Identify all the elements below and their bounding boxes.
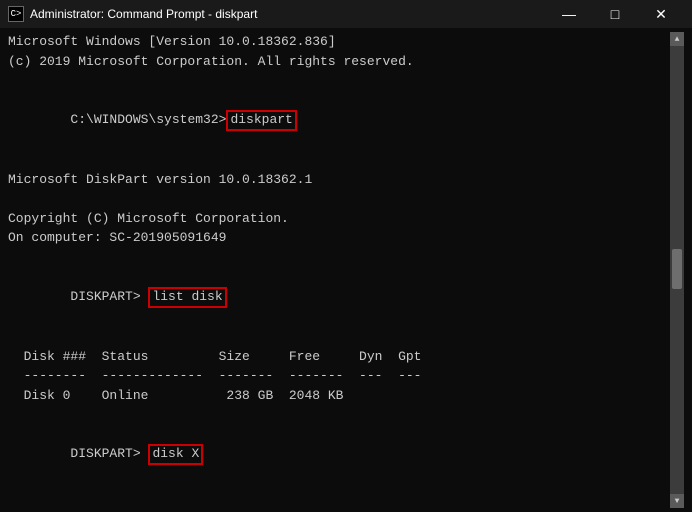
- scrollbar[interactable]: ▲ ▼: [670, 32, 684, 508]
- line-9: On computer: SC-201905091649: [8, 228, 670, 248]
- minimize-button[interactable]: —: [546, 0, 592, 28]
- scroll-down-arrow[interactable]: ▼: [670, 494, 684, 508]
- title-bar-controls: — □ ✕: [546, 0, 684, 28]
- terminal-content[interactable]: Microsoft Windows [Version 10.0.18362.83…: [8, 32, 670, 508]
- table-separator: -------- ------------- ------- ------- -…: [8, 366, 670, 386]
- scrollbar-thumb[interactable]: [672, 249, 682, 289]
- title-bar-left: C> Administrator: Command Prompt - diskp…: [8, 6, 257, 22]
- scroll-up-arrow[interactable]: ▲: [670, 32, 684, 46]
- maximize-button[interactable]: □: [592, 0, 638, 28]
- line-6: Microsoft DiskPart version 10.0.18362.1: [8, 170, 670, 190]
- line-3: [8, 71, 670, 91]
- table-header: Disk ### Status Size Free Dyn Gpt: [8, 347, 670, 367]
- close-button[interactable]: ✕: [638, 0, 684, 28]
- line-10: [8, 248, 670, 268]
- prompt-diskpart-2: DISKPART>: [70, 446, 148, 461]
- cmd-list-disk: list disk: [148, 287, 226, 308]
- line-1: Microsoft Windows [Version 10.0.18362.83…: [8, 32, 670, 52]
- cmd-diskpart: diskpart: [226, 110, 296, 131]
- cmd-disk-x: disk X: [148, 444, 203, 465]
- table-row-disk0: Disk 0 Online 238 GB 2048 KB: [8, 386, 670, 406]
- window-title: Administrator: Command Prompt - diskpart: [30, 7, 257, 21]
- line-5: [8, 150, 670, 170]
- empty-space: [8, 485, 670, 508]
- line-7: [8, 189, 670, 209]
- app-icon: C>: [8, 6, 24, 22]
- line-12: [8, 327, 670, 347]
- line-16: [8, 405, 670, 425]
- line-8: Copyright (C) Microsoft Corporation.: [8, 209, 670, 229]
- line-4-diskpart-cmd: C:\WINDOWS\system32>diskpart: [8, 91, 670, 151]
- line-2: (c) 2019 Microsoft Corporation. All righ…: [8, 52, 670, 72]
- window: C> Administrator: Command Prompt - diskp…: [0, 0, 692, 512]
- line-17-diskx-cmd: DISKPART> disk X: [8, 425, 670, 485]
- title-bar: C> Administrator: Command Prompt - diskp…: [0, 0, 692, 28]
- terminal-body: Microsoft Windows [Version 10.0.18362.83…: [0, 28, 692, 512]
- prompt-c: C:\WINDOWS\system32>: [70, 112, 226, 127]
- prompt-diskpart-1: DISKPART>: [70, 289, 148, 304]
- line-11-listdisk-cmd: DISKPART> list disk: [8, 267, 670, 327]
